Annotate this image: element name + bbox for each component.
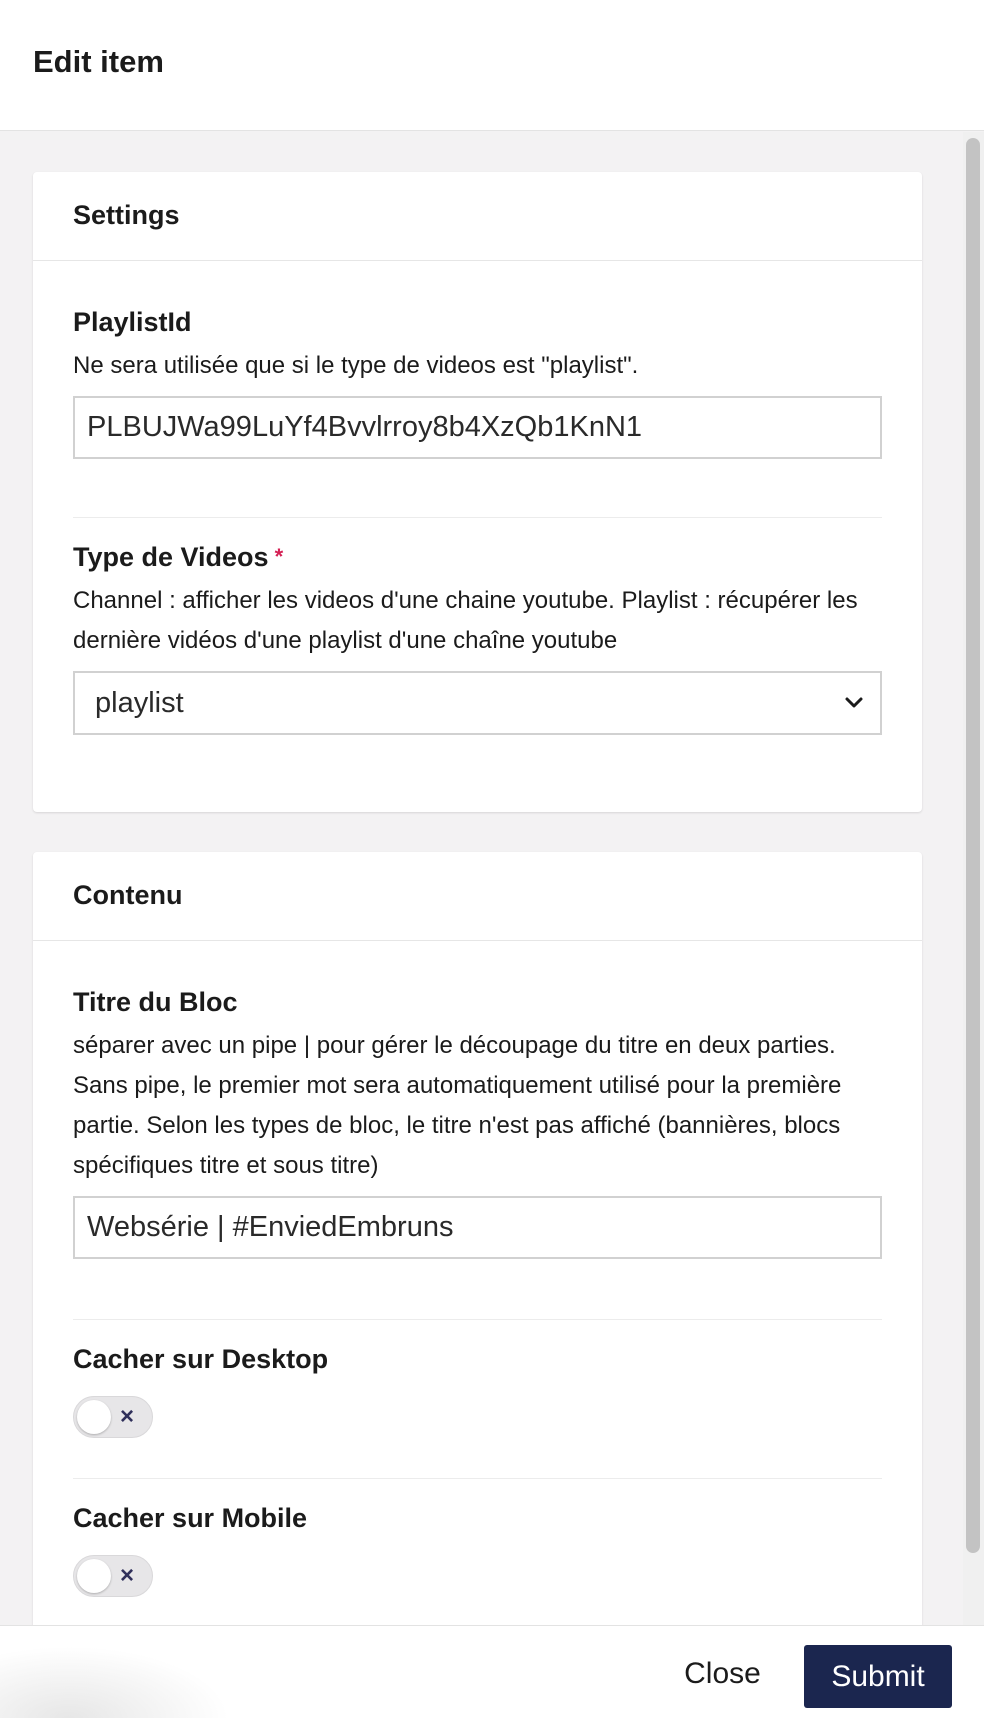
contenu-group-title: Contenu [73,880,183,910]
submit-button[interactable]: Submit [804,1645,952,1708]
contenu-group-header: Contenu [33,852,922,941]
chevron-down-icon [845,697,863,708]
cacher-desktop-label: Cacher sur Desktop [73,1344,329,1374]
settings-group-title: Settings [73,200,180,230]
type-videos-description: Channel : afficher les videos d'une chai… [73,587,858,654]
cacher-desktop-toggle[interactable]: × [73,1396,153,1438]
property-cacher-mobile: Cacher sur Mobile × [73,1479,882,1597]
property-titre-bloc: Titre du Bloc séparer avec un pipe | pou… [73,941,882,1319]
scrollbar-thumb[interactable] [966,138,980,1553]
playlist-id-description: Ne sera utilisée que si le type de video… [73,352,639,379]
dialog-footer: Close Submit [0,1625,984,1718]
toggle-knob [77,1400,111,1434]
playlist-id-label: PlaylistId [73,307,192,337]
dialog-content: Settings PlaylistId Ne sera utilisée que… [0,132,984,1625]
dialog-header: Edit item [0,0,984,131]
titre-bloc-input[interactable] [73,1196,882,1259]
property-type-videos: Type de Videos * Channel : afficher les v… [73,518,882,735]
dialog-title: Edit item [33,44,164,79]
settings-group-header: Settings [33,172,922,261]
cacher-mobile-toggle[interactable]: × [73,1555,153,1597]
required-mark: * [274,544,284,569]
type-videos-select[interactable]: playlist [73,671,882,735]
playlist-id-input[interactable] [73,396,882,459]
settings-group: Settings PlaylistId Ne sera utilisée que… [33,172,922,812]
toggle-knob [77,1559,111,1593]
close-icon: × [120,1562,135,1589]
titre-bloc-label: Titre du Bloc [73,987,238,1017]
type-videos-selected-value: playlist [95,687,184,719]
type-videos-label: Type de Videos * [73,540,882,574]
footer-shadow [0,1646,230,1718]
titre-bloc-description: séparer avec un pipe | pour gérer le déc… [73,1032,842,1179]
cacher-mobile-label: Cacher sur Mobile [73,1503,308,1533]
contenu-group: Contenu Titre du Bloc séparer avec un pi… [33,852,922,1625]
property-cacher-desktop: Cacher sur Desktop × [73,1320,882,1478]
close-button[interactable]: Close [665,1644,780,1704]
close-icon: × [120,1403,135,1430]
type-videos-label-text: Type de Videos [73,542,269,572]
property-playlist-id: PlaylistId Ne sera utilisée que si le ty… [73,261,882,517]
